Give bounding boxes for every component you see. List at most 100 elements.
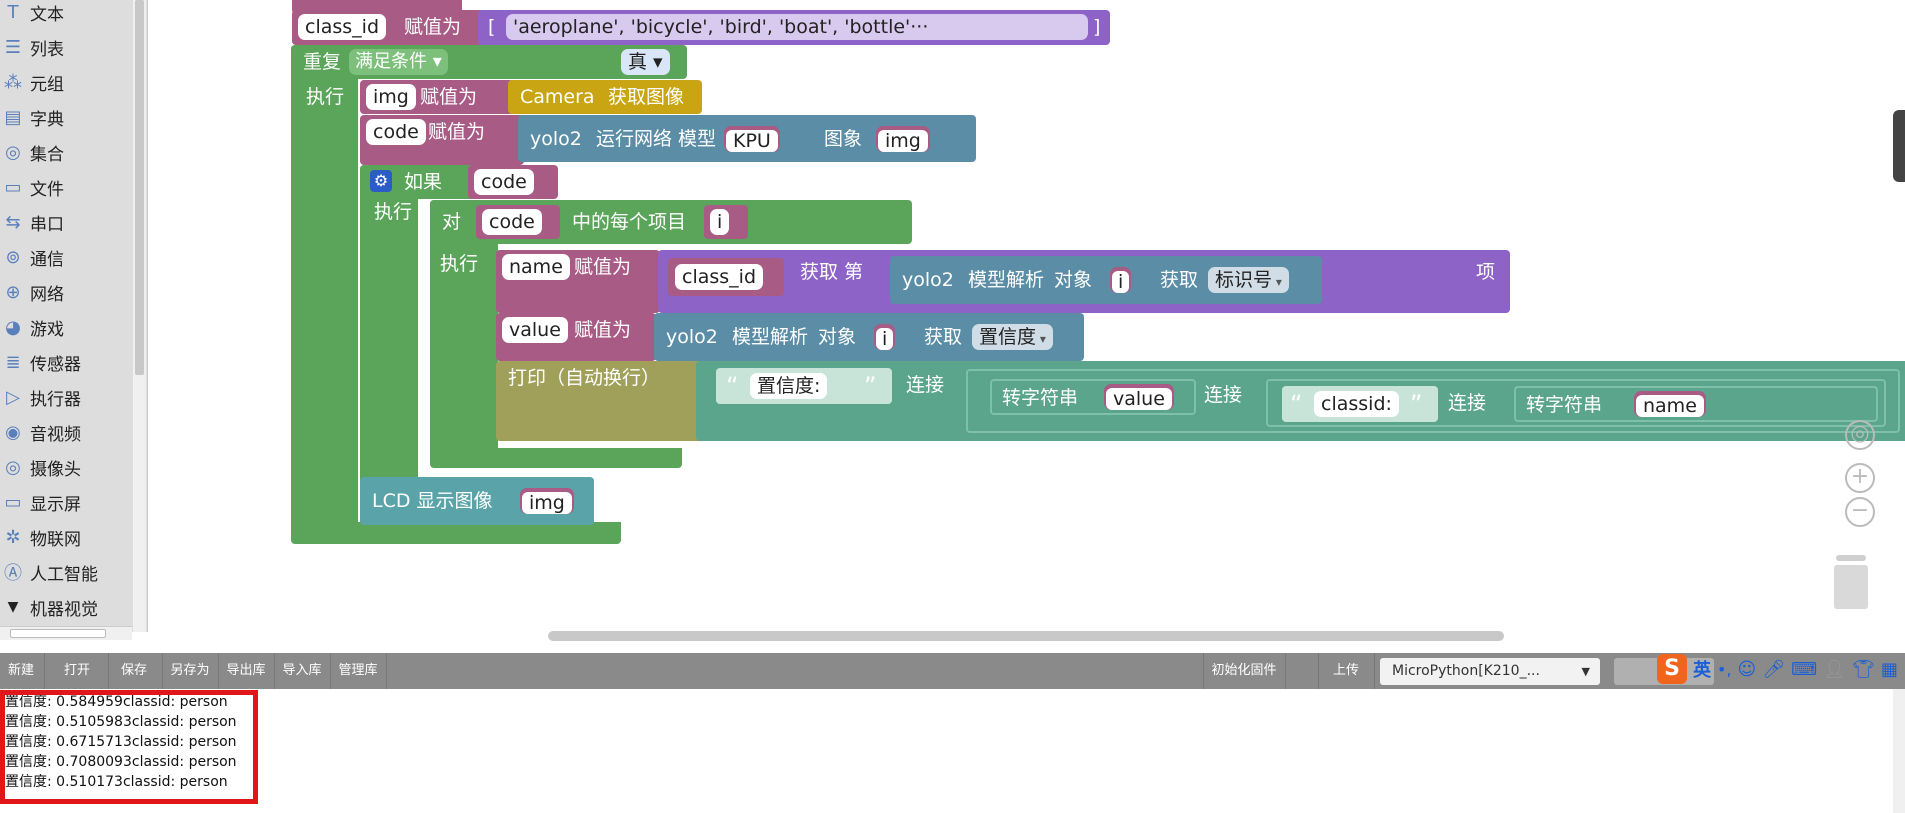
sidebar-category[interactable]: ☰ 列表 (0, 30, 128, 64)
var-class-id-ref[interactable]: class_id (675, 264, 764, 290)
var-name-ref[interactable]: name (1636, 395, 1704, 417)
var-i[interactable]: i (710, 209, 730, 235)
assign-code-block[interactable]: code 赋值为 (360, 115, 524, 165)
field-confidence-dropdown[interactable]: 置信度 (972, 324, 1053, 350)
sogou-logo-icon[interactable]: S (1657, 654, 1687, 684)
for-list-var-block[interactable]: code (476, 205, 560, 239)
sidebar-category[interactable]: ▼ 机器视觉 (0, 590, 128, 624)
keyboard-icon[interactable]: ⌨ (1791, 659, 1817, 680)
skin-icon[interactable]: 👕︎ (1852, 659, 1875, 680)
item-input[interactable]: i (1110, 267, 1132, 293)
upload-button[interactable]: 上传 (1320, 653, 1372, 689)
serial-console[interactable] (0, 689, 1905, 813)
sidebar-category[interactable]: ▭ 显示屏 (0, 485, 128, 519)
text-join-nested-block[interactable]: “ classid: ” 连接 转字符串 name (1266, 379, 1886, 427)
sidebar-hscroll-thumb[interactable] (10, 629, 106, 638)
print-block[interactable]: 打印（自动换行） (496, 361, 718, 441)
string-confidence[interactable]: 置信度: (750, 373, 828, 399)
sidebar-category[interactable]: ⊚ 通信 (0, 240, 128, 274)
item-input[interactable]: i (874, 324, 896, 350)
assign-value-block[interactable]: value 赋值为 (496, 313, 656, 361)
sidebar-category[interactable]: ▭ 文件 (0, 170, 128, 204)
list-create-block[interactable]: [ 'aeroplane', 'bicycle', 'bird', 'boat'… (478, 10, 1110, 45)
trash-icon[interactable] (1832, 555, 1870, 609)
field-id-dropdown[interactable]: 标识号 (1208, 267, 1289, 293)
sidebar-category[interactable]: ▤ 字典 (0, 100, 128, 134)
lcd-display-block[interactable]: LCD 显示图像 img (360, 477, 594, 525)
ime-lang[interactable]: 英 (1693, 656, 1711, 682)
yolo-parse-id-block[interactable]: yolo2 模型解析 对象 i 获取 标识号 (890, 256, 1322, 304)
sidebar-category[interactable]: ≣ 传感器 (0, 345, 128, 379)
list-var-block[interactable]: class_id (668, 258, 784, 296)
sidebar-category[interactable]: T 文本 (0, 0, 128, 29)
save-button[interactable]: 保存 (112, 653, 156, 689)
name-input[interactable]: name (1634, 391, 1706, 417)
toolbox-icon[interactable]: ▦ (1881, 659, 1898, 680)
var-img-ref[interactable]: img (522, 492, 572, 514)
var-i-ref[interactable]: i (1112, 271, 1130, 293)
sidebar-category[interactable]: ◕ 游戏 (0, 310, 128, 344)
lcd-image-input[interactable]: img (520, 488, 574, 514)
image-var[interactable]: img (878, 130, 928, 152)
sidebar-category[interactable]: ◉ 音视频 (0, 415, 128, 449)
repeat-mode-dropdown[interactable]: 满足条件 ▾ (349, 49, 448, 75)
zoom-in-icon[interactable]: + (1845, 463, 1875, 493)
model-var[interactable]: KPU (726, 130, 778, 152)
sidebar-category[interactable]: ⁂ 元组 (0, 65, 128, 99)
var-class-id[interactable]: class_id (298, 14, 387, 40)
for-item-var-block[interactable]: i (704, 205, 748, 239)
condition-true-dropdown[interactable]: 真 ▾ (621, 49, 670, 75)
var-i-ref[interactable]: i (876, 328, 894, 350)
repeat-header[interactable]: 重复 满足条件 ▾ 真 ▾ (291, 45, 687, 79)
collapse-panel-tab[interactable] (1893, 110, 1905, 182)
import-library-button[interactable]: 导入库 (276, 653, 328, 689)
image-input[interactable]: img (876, 126, 930, 152)
emoji-icon[interactable]: ☺ (1738, 659, 1757, 680)
var-code-list[interactable]: code (482, 209, 542, 235)
export-library-button[interactable]: 导出库 (220, 653, 272, 689)
assign-name-block[interactable]: name 赋值为 (496, 250, 660, 313)
if-condition-var-block[interactable]: code (468, 165, 558, 199)
sidebar-category[interactable]: ◎ 摄像头 (0, 450, 128, 484)
list-items-value[interactable]: 'aeroplane', 'bicycle', 'bird', 'boat', … (506, 14, 1088, 40)
sidebar-category[interactable]: Ⓐ 人工智能 (0, 555, 128, 589)
model-input[interactable]: KPU (724, 126, 780, 152)
sidebar-category[interactable]: ✲ 物联网 (0, 520, 128, 554)
var-code-cond[interactable]: code (474, 169, 534, 195)
workspace-hscroll-thumb[interactable] (548, 631, 1504, 641)
init-firmware-button[interactable]: 初始化固件 (1205, 653, 1283, 689)
recenter-icon[interactable]: ◎ (1845, 420, 1875, 450)
string-classid[interactable]: classid: (1314, 391, 1399, 417)
to-string-block[interactable]: 转字符串 value (990, 379, 1196, 415)
microphone-icon[interactable]: 🎤︎ (1762, 659, 1785, 680)
camera-get-image-block[interactable]: Camera 获取图像 (508, 80, 702, 114)
gear-icon[interactable]: ⚙ (370, 170, 392, 192)
list-get-item-block[interactable]: class_id 获取 第 yolo2 模型解析 对象 i 获取 标识号 项 (658, 250, 1510, 313)
var-img[interactable]: img (366, 84, 416, 110)
text-join-inner-block[interactable]: 转字符串 value 连接 “ classid: ” 连接 转字符串 name (966, 369, 1900, 433)
new-button[interactable]: 新建 (0, 653, 42, 689)
value-input[interactable]: value (1104, 384, 1174, 410)
var-value[interactable]: value (502, 317, 568, 343)
string-block[interactable]: “ 置信度: ” (716, 368, 892, 404)
var-name[interactable]: name (502, 254, 570, 280)
open-button[interactable]: 打开 (56, 653, 98, 689)
save-as-button[interactable]: 另存为 (164, 653, 216, 689)
sidebar-category[interactable]: ▷ 执行器 (0, 380, 128, 414)
zoom-out-icon[interactable]: − (1845, 497, 1875, 527)
sidebar-scroll-thumb[interactable] (135, 0, 144, 375)
punctuation-icon[interactable]: •, (1717, 660, 1732, 679)
to-string-block[interactable]: 转字符串 name (1514, 386, 1878, 422)
sidebar-category[interactable]: ◎ 集合 (0, 135, 128, 169)
sidebar-category[interactable]: ⊕ 网络 (0, 275, 128, 309)
var-value-ref[interactable]: value (1106, 388, 1172, 410)
board-select[interactable]: MicroPython[K210_... ▼ (1380, 658, 1600, 685)
yolo-run-network-block[interactable]: yolo2 运行网络 模型 KPU 图象 img (518, 115, 976, 162)
block-workspace[interactable]: class_id 赋值为 [ 'aeroplane', 'bicycle', '… (148, 0, 1905, 640)
ime-toolbar[interactable]: S 英 •, ☺ 🎤︎ ⌨ 👤︎ 👕︎ ▦ (1657, 652, 1905, 686)
console-scrollbar[interactable] (1893, 689, 1905, 813)
text-join-block[interactable]: “ 置信度: ” 连接 转字符串 value 连接 “ classid: ” 连… (696, 361, 1905, 441)
user-icon[interactable]: 👤︎ (1823, 659, 1846, 680)
string-block[interactable]: “ classid: ” (1282, 386, 1438, 422)
var-code[interactable]: code (366, 119, 426, 145)
